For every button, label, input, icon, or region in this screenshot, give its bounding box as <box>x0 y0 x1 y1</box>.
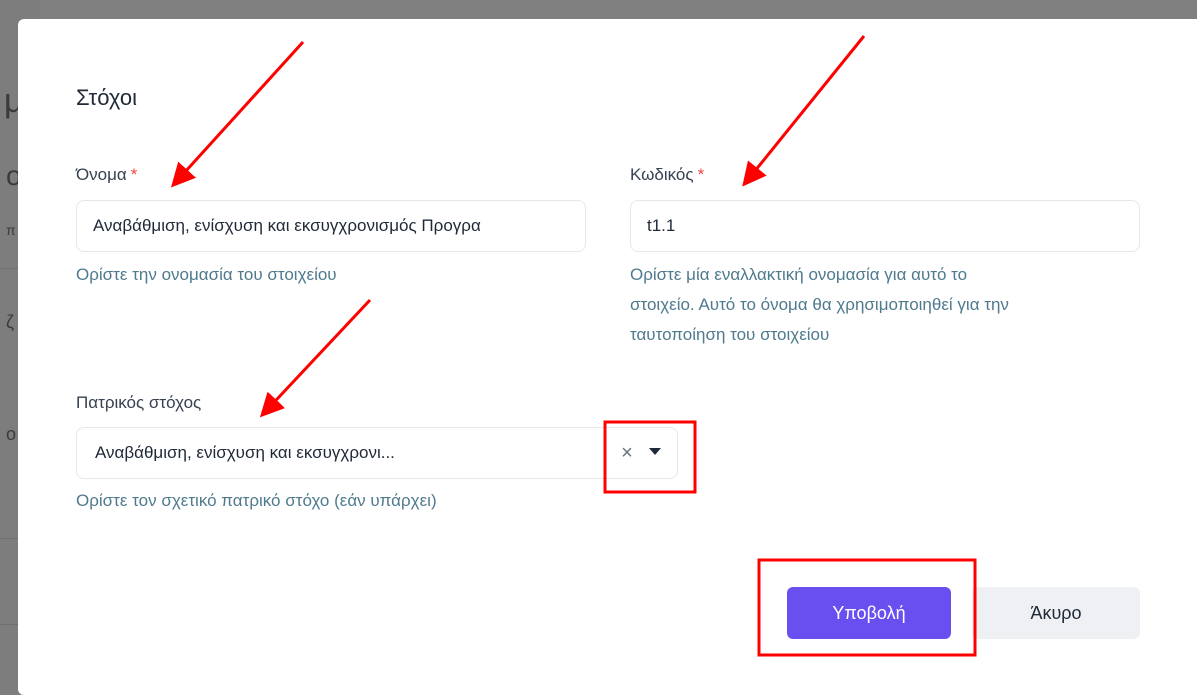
background-divider <box>0 538 20 539</box>
chevron-down-icon[interactable] <box>649 448 661 455</box>
parent-goal-help-text: Ορίστε τον σχετικό πατρικό στόχο (εάν υπ… <box>76 491 437 510</box>
clear-icon[interactable]: × <box>617 440 637 466</box>
background-divider <box>0 624 20 625</box>
required-indicator: * <box>697 165 705 184</box>
parent-goal-selected-value: Αναβάθμιση, ενίσχυση και εκσυγχρονι... <box>95 443 395 462</box>
code-help-line: ταυτοποίηση του στοιχείου <box>630 325 830 344</box>
name-help-text: Ορίστε την ονομασία του στοιχείου <box>76 265 337 284</box>
background-text: ζ <box>6 312 14 332</box>
submit-button[interactable]: Υποβολή <box>787 587 951 639</box>
code-label-text: Κωδικός <box>630 165 694 184</box>
cancel-button[interactable]: Άκυρο <box>972 587 1140 639</box>
code-help-line: Ορίστε μία εναλλακτική ονομασία για αυτό… <box>630 265 968 284</box>
parent-goal-label: Πατρικός στόχος <box>76 393 202 412</box>
background-divider <box>0 268 20 269</box>
code-label: Κωδικός * <box>630 165 704 185</box>
background-text: ο <box>6 424 17 444</box>
name-label: Όνομα * <box>76 165 137 185</box>
modal-title: Στόχοι <box>76 85 137 110</box>
code-input[interactable] <box>630 200 1140 252</box>
code-help-text: Ορίστε μία εναλλακτική ονομασία για αυτό… <box>630 260 1009 350</box>
background-text: π <box>6 222 16 238</box>
name-label-text: Όνομα <box>76 165 127 184</box>
code-help-line: στοιχείο. Αυτό το όνομα θα χρησιμοποιηθε… <box>630 295 1009 314</box>
goals-modal: Στόχοι Όνομα* Ορίστε την ονομασία του στ… <box>18 19 1197 695</box>
name-input[interactable] <box>76 200 586 252</box>
required-indicator: * <box>130 165 138 184</box>
parent-goal-select[interactable]: Αναβάθμιση, ενίσχυση και εκσυγχρονι... × <box>76 427 678 479</box>
